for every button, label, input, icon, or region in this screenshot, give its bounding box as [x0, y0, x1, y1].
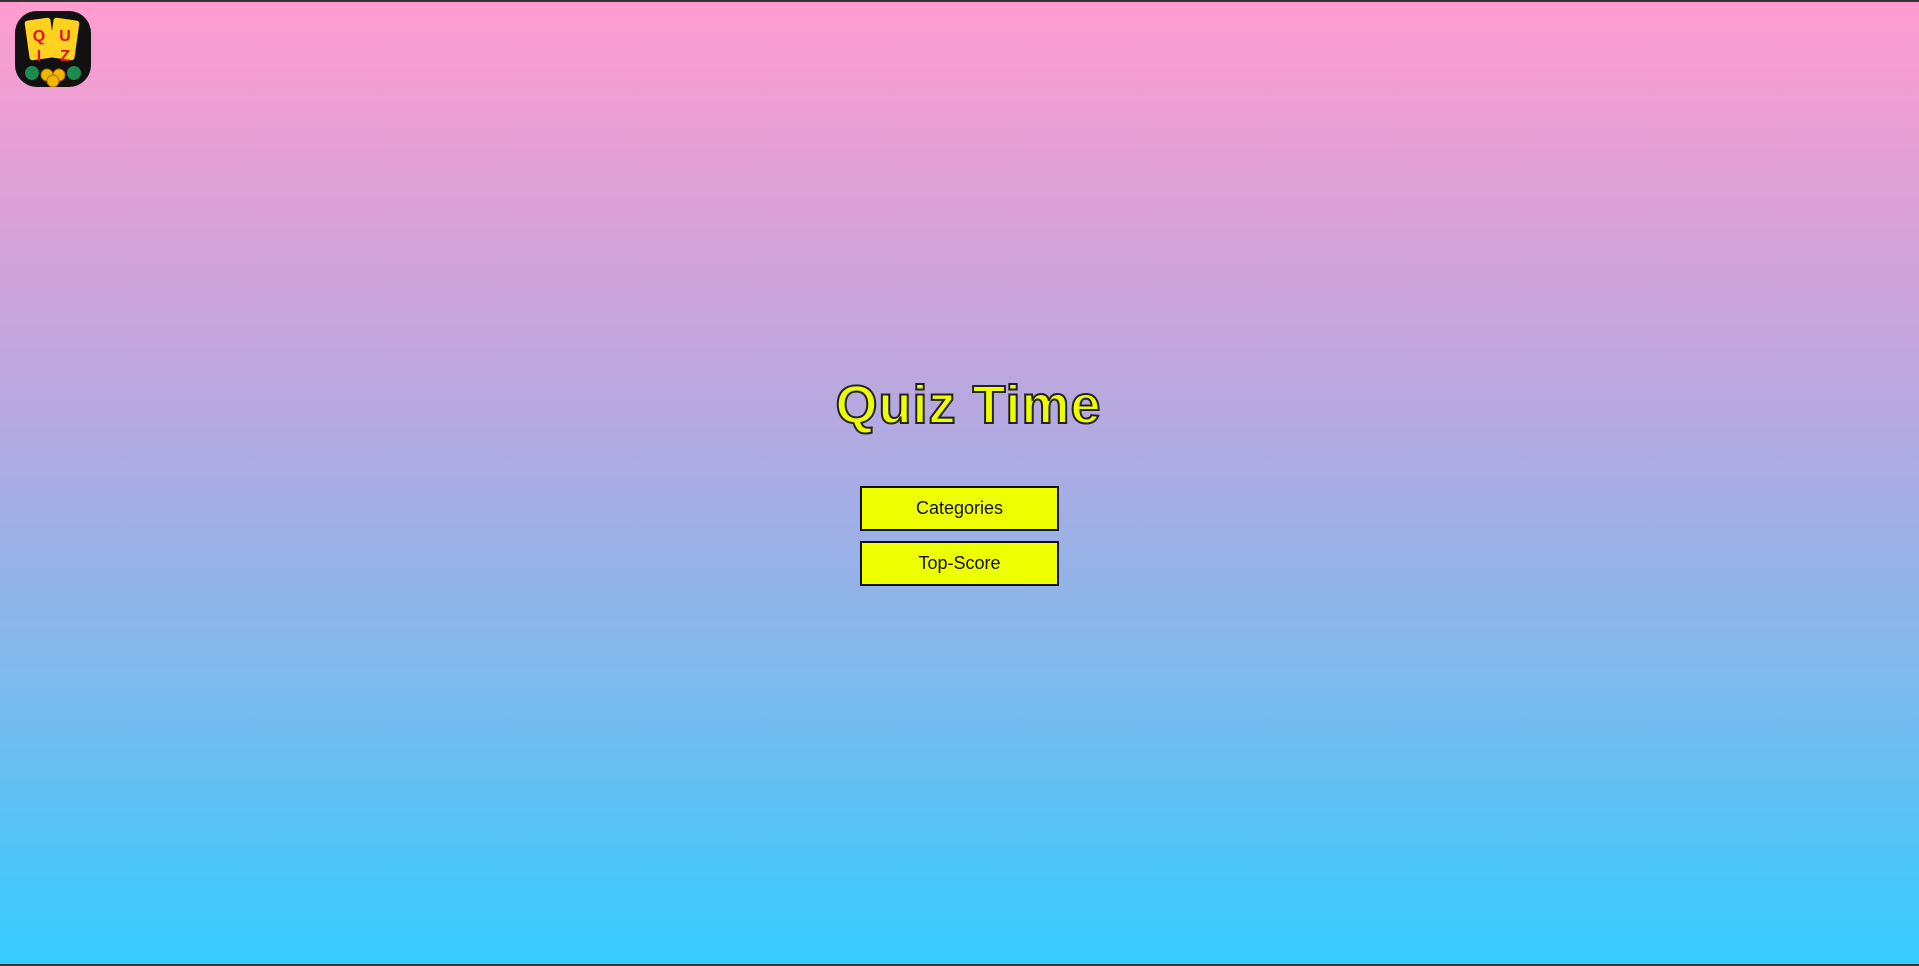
top-score-button[interactable]: Top-Score	[860, 541, 1059, 586]
quiz-logo-icon: Q U I Z	[24, 17, 81, 87]
page-title: Quiz Time	[834, 374, 1102, 436]
logo-letter-q: Q	[33, 28, 45, 45]
logo-letter-z: Z	[60, 48, 70, 65]
categories-button[interactable]: Categories	[860, 486, 1059, 531]
logo-letter-i: I	[37, 48, 41, 65]
logo-letter-u: U	[59, 28, 71, 45]
quiz-logo[interactable]: Q U I Z	[15, 11, 91, 87]
page-background: Q U I Z Quiz Time Categories Top-Score	[0, 0, 1919, 966]
